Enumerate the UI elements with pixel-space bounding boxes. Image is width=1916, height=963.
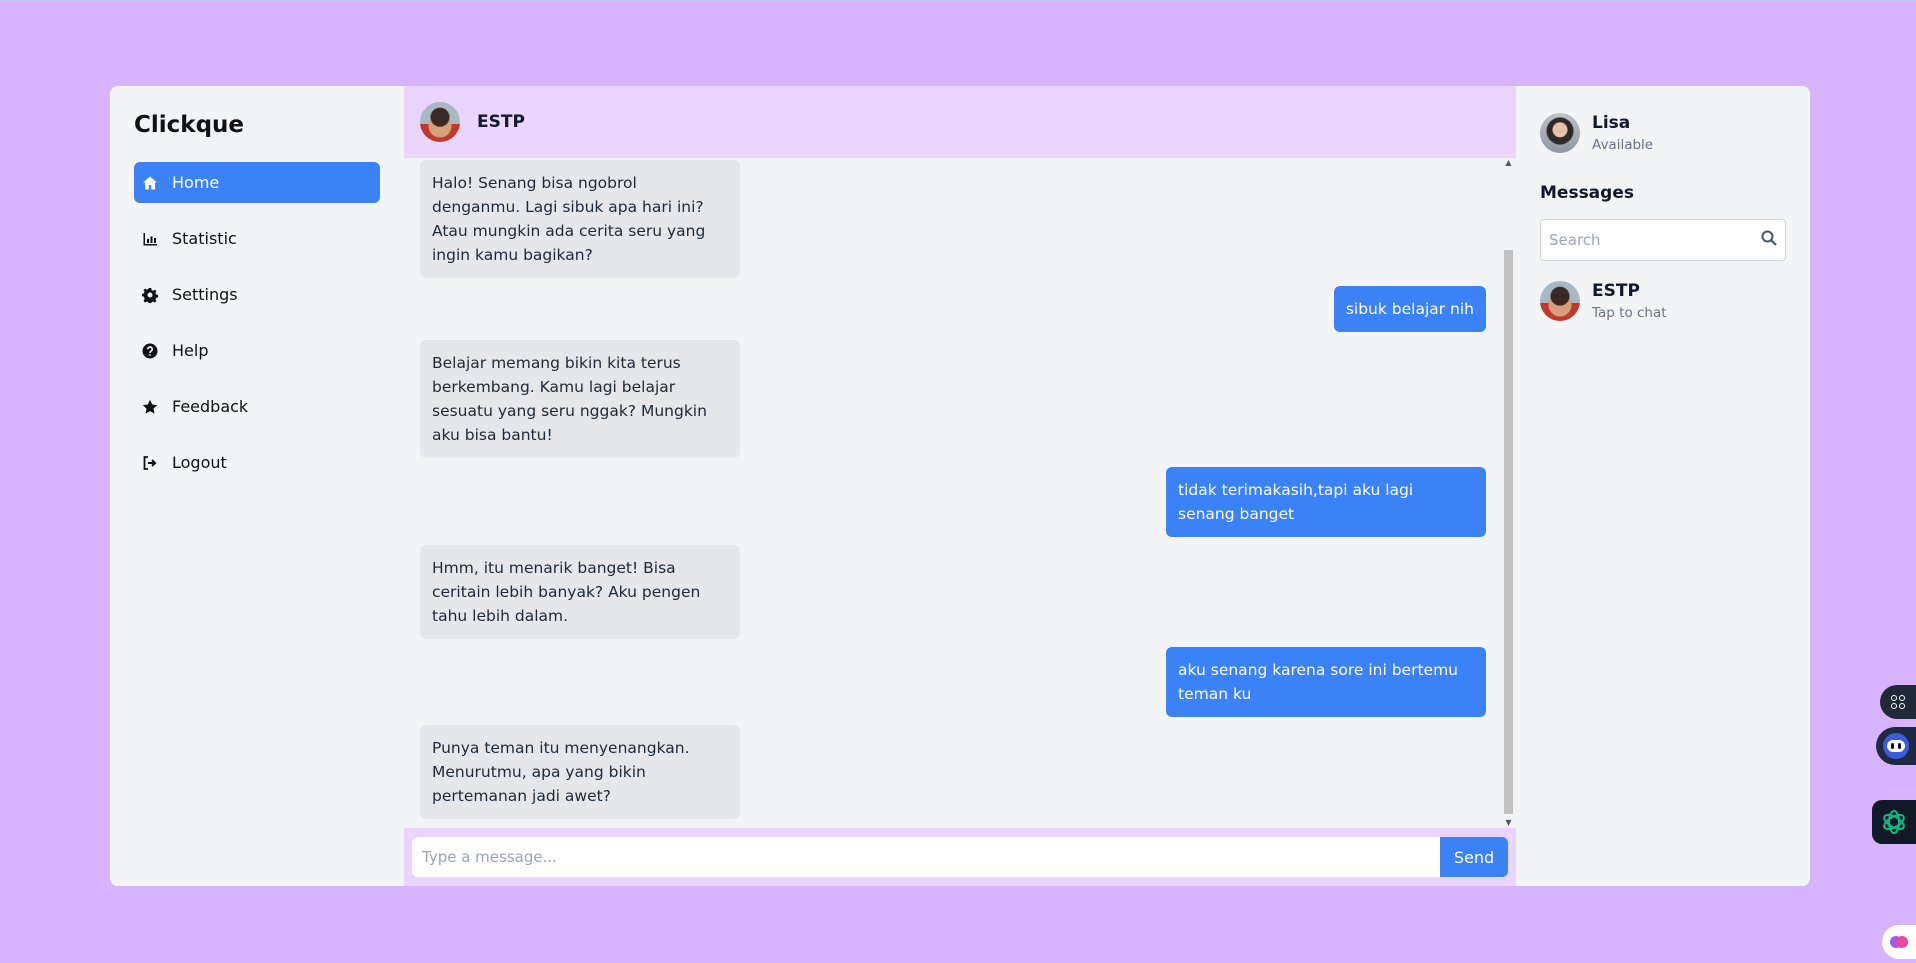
- brand-logo: Clickque: [134, 112, 245, 138]
- sidebar-item-feedback[interactable]: Feedback: [134, 386, 380, 427]
- message-bubble-incoming: Halo! Senang bisa ngobrol denganmu. Lagi…: [420, 160, 740, 278]
- ai-widget-icon[interactable]: [1872, 800, 1916, 844]
- sidebar-nav: Clickque Home Statistic Settings Help Fe…: [110, 86, 404, 886]
- command-widget-icon[interactable]: [1880, 685, 1916, 719]
- chat-panel: ESTP Halo! Senang bisa ngobrol denganmu.…: [404, 86, 1516, 886]
- avatar: [420, 102, 460, 142]
- sidebar-item-settings[interactable]: Settings: [134, 274, 380, 315]
- contact-item[interactable]: ESTP Tap to chat: [1540, 281, 1786, 321]
- message-bubble-incoming: Hmm, itu menarik banget! Bisa ceritain l…: [420, 545, 740, 639]
- scroll-up-icon[interactable]: ▲: [1503, 158, 1514, 168]
- sidebar-item-help[interactable]: Help: [134, 330, 380, 371]
- sidebar-item-label: Home: [172, 173, 220, 192]
- current-user: Lisa Available: [1540, 113, 1786, 153]
- chat-contact-name: ESTP: [477, 112, 525, 132]
- avatar: [1540, 281, 1580, 321]
- home-icon: [142, 175, 172, 191]
- send-button[interactable]: Send: [1440, 837, 1508, 877]
- sidebar-item-label: Help: [172, 341, 209, 360]
- message-composer: Send: [404, 828, 1516, 886]
- sidebar-item-label: Logout: [172, 453, 227, 472]
- star-icon: [142, 399, 172, 415]
- message-bubble-incoming: Belajar memang bikin kita terus berkemba…: [420, 340, 740, 458]
- app-window: Clickque Home Statistic Settings Help Fe…: [110, 86, 1810, 886]
- logout-icon: [142, 455, 172, 471]
- gear-icon: [142, 287, 172, 303]
- message-bubble-incoming: Punya teman itu menyenangkan. Menurutmu,…: [420, 725, 740, 819]
- sidebar-item-statistic[interactable]: Statistic: [134, 218, 380, 259]
- chat-header: ESTP: [404, 86, 1516, 158]
- avatar: [1540, 113, 1580, 153]
- assistant-widget-icon[interactable]: [1876, 727, 1916, 765]
- sidebar-item-label: Settings: [172, 285, 238, 304]
- contact-subtitle: Tap to chat: [1592, 305, 1667, 321]
- sidebar-item-label: Statistic: [172, 229, 237, 248]
- brain-widget-icon[interactable]: [1882, 925, 1916, 959]
- contact-name: ESTP: [1592, 281, 1640, 301]
- sidebar-item-logout[interactable]: Logout: [134, 442, 380, 483]
- messages-panel: Lisa Available Messages Search ESTP Tap …: [1516, 86, 1810, 886]
- scrollbar-thumb[interactable]: [1504, 250, 1513, 814]
- help-icon: [142, 343, 172, 359]
- message-input[interactable]: [412, 837, 1440, 877]
- chart-icon: [142, 231, 172, 247]
- search-input[interactable]: Search: [1540, 219, 1786, 261]
- sidebar-item-home[interactable]: Home: [134, 162, 380, 203]
- message-list[interactable]: Halo! Senang bisa ngobrol denganmu. Lagi…: [404, 158, 1516, 828]
- user-status: Available: [1592, 137, 1654, 153]
- message-bubble-outgoing: tidak terimakasih,tapi aku lagi senang b…: [1166, 467, 1486, 537]
- scrollbar[interactable]: ▲ ▼: [1503, 158, 1514, 828]
- message-bubble-outgoing: aku senang karena sore ini bertemu teman…: [1166, 647, 1486, 717]
- message-bubble-outgoing: sibuk belajar nih: [1333, 286, 1486, 332]
- search-icon[interactable]: [1761, 230, 1777, 250]
- messages-title: Messages: [1540, 183, 1634, 203]
- sidebar-item-label: Feedback: [172, 397, 249, 416]
- search-placeholder: Search: [1549, 231, 1601, 249]
- user-name: Lisa: [1592, 113, 1631, 133]
- scroll-down-icon[interactable]: ▼: [1503, 818, 1514, 828]
- top-border: [0, 0, 1916, 2]
